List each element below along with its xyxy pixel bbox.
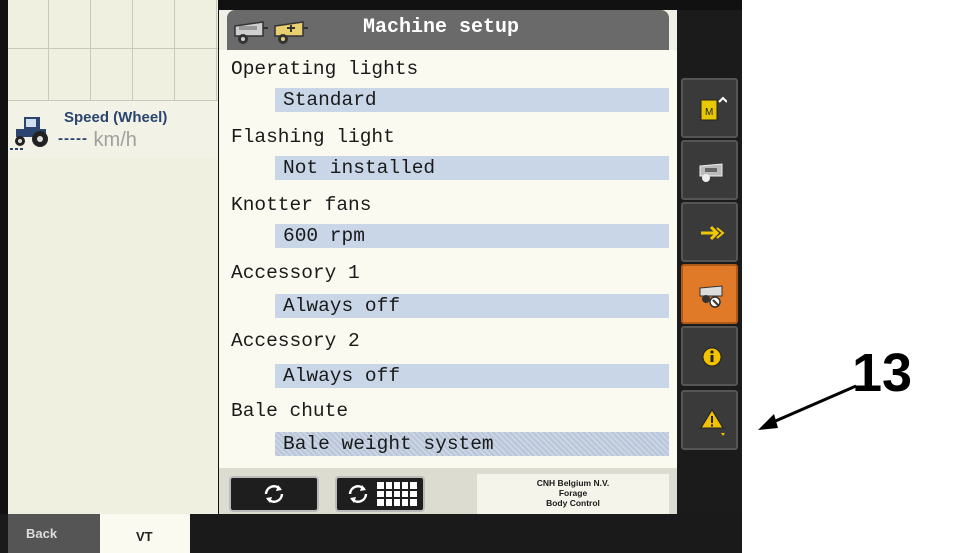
panel-footer: CNH Belgium N.V. Forage Body Control <box>219 468 677 514</box>
terminal-screen: Speed (Wheel) ----- km/h Machine setup O… <box>0 0 742 553</box>
svg-text:M: M <box>705 107 713 118</box>
setting-label-operating-lights: Operating lights <box>231 58 419 80</box>
machine-settings-softkey[interactable] <box>681 264 738 324</box>
vt-tab-label: VT <box>136 529 153 544</box>
warning-icon <box>700 409 725 436</box>
info-softkey[interactable] <box>681 326 738 386</box>
setting-value-flashing-light[interactable]: Not installed <box>275 156 669 180</box>
setting-value-bale-chute[interactable]: Bale weight system <box>275 432 669 456</box>
callout-number: 13 <box>852 343 913 403</box>
baler-settings-icon <box>274 21 308 44</box>
speed-unit: km/h <box>93 129 137 151</box>
enter-softkey[interactable] <box>681 202 738 262</box>
company-division: Forage <box>558 488 588 498</box>
refresh-grid-button[interactable] <box>335 476 425 512</box>
callout-arrow-icon <box>758 384 857 430</box>
setting-label-flashing-light: Flashing light <box>231 126 395 148</box>
machine-icon <box>699 163 723 182</box>
refresh-button[interactable] <box>229 476 319 512</box>
baler-icon <box>234 21 268 44</box>
softkey-column: M <box>677 10 742 514</box>
setting-value-knotter-fans[interactable]: 600 rpm <box>275 224 669 248</box>
vt-tab[interactable]: VT <box>100 514 190 553</box>
settings-list: Operating lights Standard Flashing light… <box>219 50 677 468</box>
machine-settings-icon <box>699 285 723 308</box>
speed-value: ----- <box>58 130 88 147</box>
company-name: CNH Belgium N.V. <box>536 478 610 488</box>
grid-icon <box>377 482 417 506</box>
setting-label-accessory-1: Accessory 1 <box>231 262 360 284</box>
info-icon <box>702 347 722 367</box>
refresh-icon <box>348 485 368 503</box>
tractor-icon <box>10 117 48 150</box>
machine-softkey[interactable] <box>681 140 738 200</box>
machine-setup-panel: Machine setup Operating lights Standard … <box>219 10 677 514</box>
setting-value-accessory-2[interactable]: Always off <box>275 364 669 388</box>
speed-readout: ----- km/h <box>58 129 137 152</box>
setting-value-operating-lights[interactable]: Standard <box>275 88 669 112</box>
setting-label-knotter-fans: Knotter fans <box>231 194 372 216</box>
enter-arrow-icon <box>701 225 725 241</box>
back-tab-label: Back <box>26 526 58 541</box>
setting-label-bale-chute: Bale chute <box>231 400 349 422</box>
left-empty-area <box>8 158 218 514</box>
company-module: Body Control <box>546 498 600 508</box>
title-bar: Machine setup <box>227 10 669 50</box>
left-panel: Speed (Wheel) ----- km/h <box>8 0 218 514</box>
grid-area <box>8 0 218 100</box>
speed-widget[interactable]: Speed (Wheel) ----- km/h <box>8 100 218 160</box>
speed-title: Speed (Wheel) <box>64 109 168 126</box>
warning-softkey[interactable] <box>681 390 738 450</box>
back-tab[interactable]: Back <box>8 514 100 553</box>
memory-softkey[interactable]: M <box>681 78 738 138</box>
setting-value-accessory-1[interactable]: Always off <box>275 294 669 318</box>
refresh-icon <box>264 485 284 503</box>
setting-label-accessory-2: Accessory 2 <box>231 330 360 352</box>
memory-icon: M <box>700 96 727 121</box>
company-info: CNH Belgium N.V. Forage Body Control <box>477 474 669 514</box>
page-title: Machine setup <box>363 16 520 39</box>
